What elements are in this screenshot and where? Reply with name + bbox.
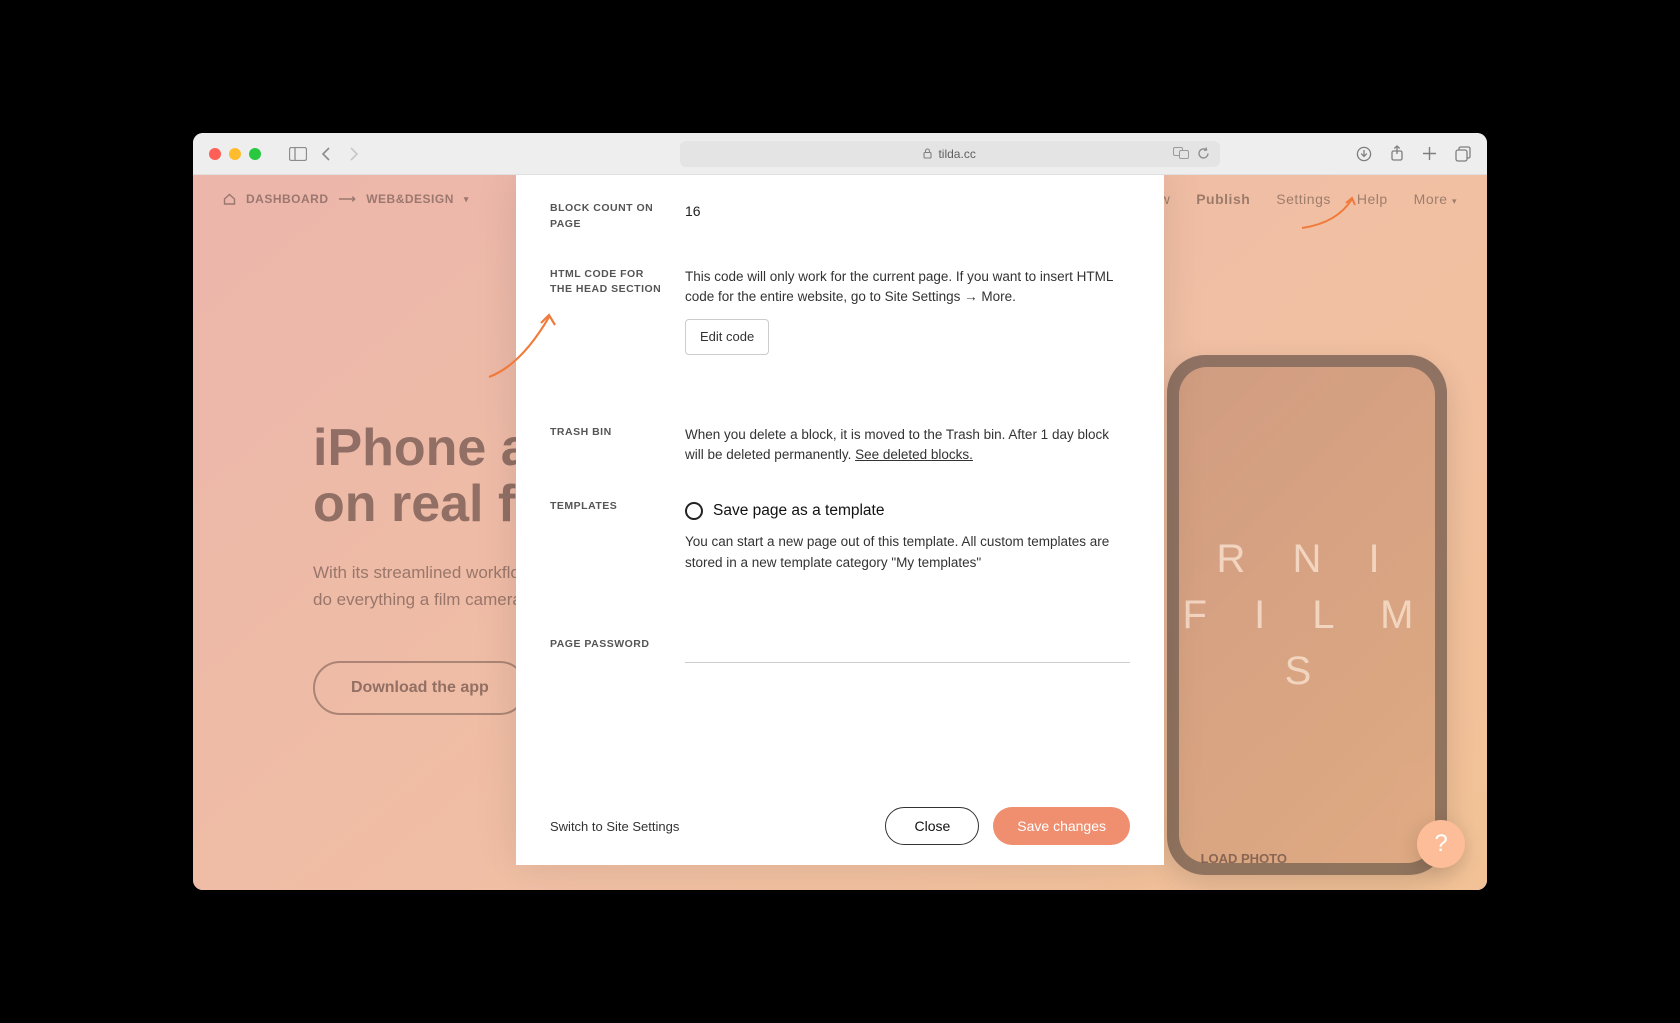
browser-chrome: tilda.cc: [193, 133, 1487, 175]
help-fab[interactable]: ?: [1417, 820, 1465, 868]
window-minimize-button[interactable]: [229, 148, 241, 160]
url-text: tilda.cc: [938, 147, 975, 161]
traffic-lights: [209, 148, 261, 160]
page-password-label: PAGE PASSWORD: [550, 637, 665, 663]
phone-brand-text: R N IF I L M S: [1167, 355, 1447, 875]
block-count-value: 16: [685, 203, 701, 219]
nav-back-icon[interactable]: [321, 147, 333, 161]
edit-code-button[interactable]: Edit code: [685, 319, 769, 355]
trash-bin-label: TRASH BIN: [550, 425, 665, 466]
window-close-button[interactable]: [209, 148, 221, 160]
page-settings-modal: BLOCK COUNT ON PAGE 16 HTML CODE FOR THE…: [516, 175, 1164, 865]
nav-publish[interactable]: Publish: [1196, 191, 1250, 207]
block-count-label: BLOCK COUNT ON PAGE: [550, 201, 665, 233]
tabs-overview-icon[interactable]: [1455, 146, 1471, 162]
download-app-button[interactable]: Download the app: [313, 661, 527, 715]
breadcrumb-dashboard[interactable]: DASHBOARD: [246, 192, 329, 206]
home-icon[interactable]: [223, 193, 236, 205]
breadcrumb-project[interactable]: WEB&DESIGN: [366, 192, 454, 206]
refresh-icon[interactable]: [1197, 147, 1210, 160]
templates-description: You can start a new page out of this tem…: [685, 532, 1130, 573]
lock-icon: [923, 148, 932, 159]
save-as-template-label: Save page as a template: [713, 499, 884, 522]
translate-icon[interactable]: [1173, 147, 1189, 159]
download-icon[interactable]: [1356, 146, 1372, 162]
nav-forward-icon[interactable]: [347, 147, 359, 161]
switch-to-site-settings-link[interactable]: Switch to Site Settings: [550, 819, 679, 834]
upload-photo-button[interactable]: LOAD PHOTO: [1201, 851, 1287, 866]
radio-icon: [685, 502, 703, 520]
templates-label: TEMPLATES: [550, 499, 665, 573]
page-password-input[interactable]: [685, 637, 1130, 663]
nav-more[interactable]: More ▾: [1414, 191, 1457, 207]
browser-window: tilda.cc DASHBOARD ⟶: [193, 133, 1487, 890]
close-button[interactable]: Close: [885, 807, 979, 845]
annotation-arrow-to-editcode: [481, 305, 581, 385]
save-changes-button[interactable]: Save changes: [993, 807, 1130, 845]
share-icon[interactable]: [1390, 145, 1404, 162]
phone-mockup: R N IF I L M S: [1167, 355, 1447, 875]
breadcrumb-separator: ⟶: [339, 192, 357, 206]
see-deleted-blocks-link[interactable]: See deleted blocks.: [855, 447, 973, 462]
url-bar[interactable]: tilda.cc: [680, 141, 1220, 167]
html-head-description: This code will only work for the current…: [685, 267, 1130, 308]
save-as-template-radio[interactable]: Save page as a template: [685, 499, 1130, 522]
chevron-down-icon[interactable]: ▾: [464, 194, 469, 205]
new-tab-icon[interactable]: [1422, 146, 1437, 161]
sidebar-toggle-icon[interactable]: [289, 147, 307, 161]
annotation-arrow-to-settings: [1297, 193, 1367, 233]
window-zoom-button[interactable]: [249, 148, 261, 160]
